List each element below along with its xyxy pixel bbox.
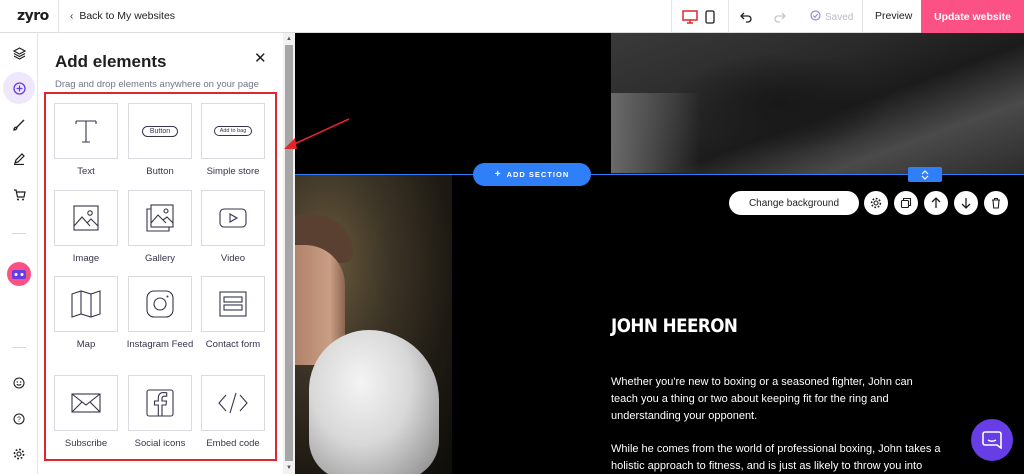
form-icon (219, 291, 247, 317)
boxer-photo (295, 175, 452, 474)
add-section-label: ADD SECTION (506, 170, 570, 179)
text-icon (75, 120, 97, 143)
move-down-icon[interactable] (954, 191, 978, 215)
section-settings-icon[interactable] (864, 191, 888, 215)
pen-icon[interactable] (3, 143, 35, 175)
scroll-up-icon[interactable]: ▲ (286, 36, 292, 42)
check-circle-icon (810, 10, 821, 24)
element-tile-instagram[interactable] (128, 276, 192, 332)
panel-subtitle: Drag and drop elements anywhere on your … (55, 79, 259, 90)
add-elements-panel: Add elements ✕ Drag and drop elements an… (38, 33, 295, 474)
rail-divider (12, 233, 26, 234)
chat-icon (982, 431, 1002, 449)
add-section-button[interactable]: + ADD SECTION (473, 163, 591, 186)
scroll-down-icon[interactable]: ▼ (286, 465, 292, 471)
divider (58, 0, 59, 33)
saved-status: Saved (810, 10, 853, 24)
mobile-view-icon[interactable] (704, 8, 716, 25)
photo-highlight (611, 93, 701, 173)
element-tile-embed-code[interactable] (201, 375, 265, 431)
divider (728, 0, 729, 33)
element-tile-button[interactable]: Button (128, 103, 192, 159)
photo-glove (309, 330, 439, 474)
element-tile-simple-store[interactable]: Add to bag (201, 103, 265, 159)
plus-icon: + (494, 169, 502, 180)
element-label: Social icons (134, 438, 186, 449)
section-paragraph-1[interactable]: Whether you're new to boxing or a season… (611, 374, 941, 425)
chat-support-button[interactable] (971, 419, 1013, 461)
photo-shade (671, 53, 891, 153)
ai-bot-icon[interactable] (3, 258, 35, 290)
element-label: Gallery (144, 253, 176, 264)
element-label: Embed code (206, 438, 260, 449)
zyro-logo[interactable]: zyro (17, 8, 49, 24)
element-label: Instagram Feed (126, 339, 194, 350)
element-tile-gallery[interactable] (128, 190, 192, 246)
element-tile-text[interactable] (54, 103, 118, 159)
left-rail: ? (0, 33, 38, 474)
video-icon (219, 208, 247, 228)
element-tile-subscribe[interactable] (54, 375, 118, 431)
update-website-button[interactable]: Update website (921, 0, 1024, 33)
change-background-button[interactable]: Change background (729, 191, 859, 215)
code-icon (218, 392, 248, 414)
smiley-icon[interactable] (3, 367, 35, 399)
rail-divider (12, 347, 26, 348)
boxing-photo-top (611, 33, 1024, 174)
duplicate-icon[interactable] (894, 191, 918, 215)
envelope-icon (71, 393, 101, 413)
delete-trash-icon[interactable] (984, 191, 1008, 215)
button-icon: Button (141, 125, 179, 137)
image-icon (73, 205, 99, 231)
element-label: Image (72, 253, 100, 264)
brush-icon[interactable] (3, 109, 35, 141)
preview-button[interactable]: Preview (875, 10, 912, 22)
settings-gear-icon[interactable] (3, 438, 35, 470)
gallery-icon (146, 204, 174, 232)
element-tile-image[interactable] (54, 190, 118, 246)
element-tile-map[interactable] (54, 276, 118, 332)
scrollbar-thumb[interactable] (285, 45, 293, 461)
instagram-icon (146, 290, 174, 318)
chevron-updown-icon (921, 169, 929, 180)
svg-text:?: ? (17, 417, 21, 424)
element-tile-contact-form[interactable] (201, 276, 265, 332)
website-canvas: + ADD SECTION Change background JOHN HEE… (295, 33, 1024, 474)
redo-icon[interactable] (773, 8, 787, 25)
help-icon[interactable]: ? (3, 403, 35, 435)
section-heading[interactable]: JOHN HEERON (611, 315, 738, 337)
chevron-left-icon: ‹ (70, 10, 74, 22)
element-label: Map (76, 339, 96, 350)
element-label: Button (146, 166, 174, 177)
element-label: Simple store (206, 166, 260, 177)
element-tile-social-icons[interactable] (128, 375, 192, 431)
element-label: Subscribe (64, 438, 108, 449)
add-element-icon[interactable] (3, 72, 35, 104)
layers-icon[interactable] (3, 37, 35, 69)
facebook-icon (146, 389, 174, 417)
divider (671, 0, 672, 33)
cart-icon[interactable] (3, 179, 35, 211)
element-label: Text (77, 166, 95, 177)
undo-icon[interactable] (739, 8, 753, 25)
panel-scrollbar[interactable]: ▲ ▼ (283, 33, 295, 474)
section-resize-handle[interactable] (908, 167, 942, 182)
map-icon (71, 290, 101, 318)
saved-label: Saved (825, 11, 854, 23)
panel-title: Add elements (55, 52, 167, 71)
desktop-view-icon[interactable] (682, 8, 698, 25)
move-up-icon[interactable] (924, 191, 948, 215)
store-icon: Add to bag (213, 126, 253, 136)
element-label: Contact form (205, 339, 261, 350)
top-bar: zyro ‹ Back to My websites Saved Preview… (0, 0, 1024, 33)
element-label: Video (220, 253, 246, 264)
close-icon[interactable]: ✕ (254, 49, 267, 67)
divider (862, 0, 863, 33)
element-tile-video[interactable] (201, 190, 265, 246)
back-label: Back to My websites (79, 10, 176, 22)
back-to-websites-link[interactable]: ‹ Back to My websites (70, 10, 175, 22)
section-paragraph-2[interactable]: While he comes from the world of profess… (611, 441, 941, 474)
